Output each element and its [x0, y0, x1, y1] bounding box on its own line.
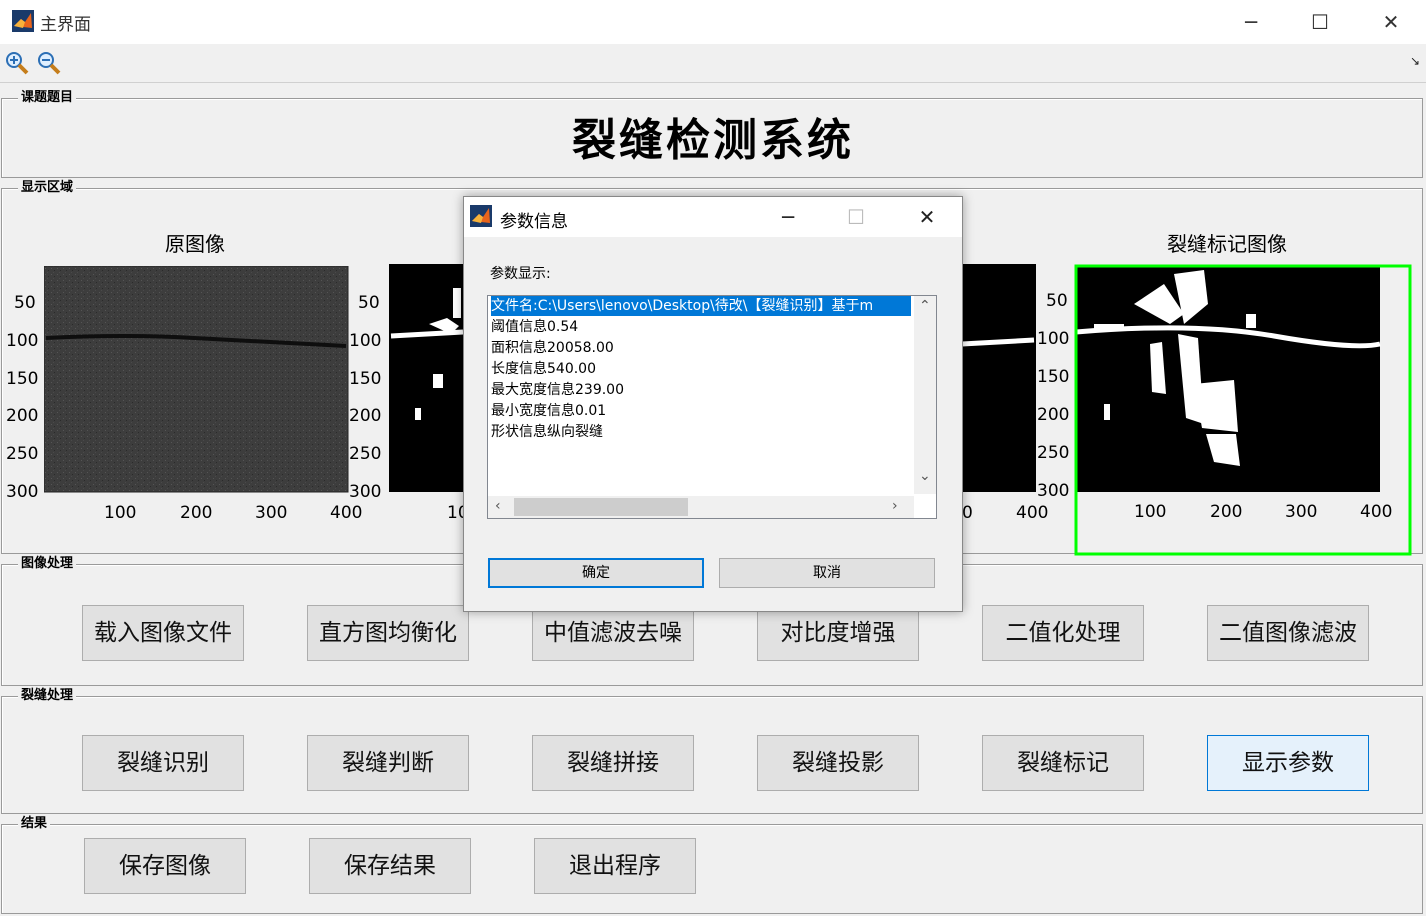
- dialog-titlebar: 参数信息 ─ ☐ ✕: [464, 197, 962, 237]
- y-tick: 250: [349, 444, 382, 464]
- y-tick: 300: [349, 482, 382, 502]
- y-tick: 300: [1037, 481, 1070, 501]
- crack-judge-button[interactable]: 裂缝判断: [307, 735, 469, 791]
- list-item[interactable]: 长度信息540.00: [491, 359, 596, 379]
- x-tick: 400: [1360, 502, 1393, 522]
- panel-label: 裂缝处理: [18, 688, 77, 704]
- minimize-icon[interactable]: ─: [1228, 6, 1274, 38]
- x-tick: 0: [962, 503, 973, 523]
- x-tick: 200: [180, 503, 213, 523]
- close-icon[interactable]: ✕: [907, 201, 947, 233]
- maximize-icon: ☐: [847, 205, 865, 229]
- params-dialog: 参数信息 ─ ☐ ✕ 参数显示: 文件名:C:\Users\lenovo\Des…: [463, 196, 963, 612]
- list-item[interactable]: 最大宽度信息239.00: [491, 380, 624, 400]
- crack-identify-button[interactable]: 裂缝识别: [82, 735, 244, 791]
- save-result-button[interactable]: 保存结果: [309, 838, 471, 894]
- window-titlebar: 主界面 ─ ☐ ✕: [0, 0, 1426, 44]
- scroll-left-icon[interactable]: ‹: [495, 498, 501, 514]
- contrast-enhance-button[interactable]: 对比度增强: [757, 605, 919, 661]
- minimize-icon[interactable]: ─: [768, 201, 808, 233]
- panel-label: 图像处理: [18, 556, 77, 572]
- zoom-out-icon[interactable]: [36, 50, 62, 76]
- y-tick: 250: [1037, 443, 1070, 463]
- y-tick: 100: [1037, 329, 1070, 349]
- params-label: 参数显示:: [490, 266, 551, 282]
- y-tick: 50: [1046, 291, 1068, 311]
- zoom-in-icon[interactable]: [4, 50, 30, 76]
- y-tick: 150: [1037, 367, 1070, 387]
- dialog-title: 参数信息: [500, 212, 568, 232]
- y-tick: 150: [349, 369, 382, 389]
- show-params-button[interactable]: 显示参数: [1207, 735, 1369, 791]
- x-tick: 400: [330, 503, 363, 523]
- x-tick: 400: [1016, 503, 1049, 523]
- crack-stitch-button[interactable]: 裂缝拼接: [532, 735, 694, 791]
- histogram-equalization-button[interactable]: 直方图均衡化: [307, 605, 469, 661]
- horizontal-scrollbar[interactable]: ‹ ›: [488, 496, 914, 518]
- cancel-button[interactable]: 取消: [719, 558, 935, 588]
- y-tick: 150: [6, 369, 39, 389]
- scroll-down-icon[interactable]: ⌄: [919, 468, 931, 484]
- y-tick: 100: [349, 331, 382, 351]
- plot-title-original: 原图像: [165, 232, 225, 256]
- binary-filter-button[interactable]: 二值图像滤波: [1207, 605, 1369, 661]
- list-item[interactable]: 文件名:C:\Users\lenovo\Desktop\待改\【裂缝识别】基于m: [491, 296, 911, 316]
- scroll-thumb[interactable]: [514, 498, 688, 516]
- x-tick: 100: [104, 503, 137, 523]
- ok-button[interactable]: 确定: [488, 558, 704, 588]
- list-item[interactable]: 形状信息纵向裂缝: [491, 422, 603, 442]
- median-filter-button[interactable]: 中值滤波去噪: [532, 605, 694, 661]
- x-tick: 200: [1210, 502, 1243, 522]
- maximize-icon[interactable]: ☐: [1297, 6, 1343, 38]
- binary-image-left: [389, 264, 465, 492]
- panel-label: 显示区域: [18, 180, 77, 196]
- y-tick: 50: [14, 293, 36, 313]
- scroll-right-icon[interactable]: ›: [892, 498, 898, 514]
- save-image-button[interactable]: 保存图像: [84, 838, 246, 894]
- y-tick: 250: [6, 444, 39, 464]
- exit-button[interactable]: 退出程序: [534, 838, 696, 894]
- y-tick: 200: [349, 406, 382, 426]
- vertical-scrollbar[interactable]: ⌃ ⌄: [914, 296, 936, 494]
- list-item[interactable]: 阈值信息0.54: [491, 317, 578, 337]
- plot-title-marked: 裂缝标记图像: [1167, 232, 1287, 256]
- y-tick: 200: [6, 406, 39, 426]
- load-image-button[interactable]: 载入图像文件: [82, 605, 244, 661]
- crack-projection-button[interactable]: 裂缝投影: [757, 735, 919, 791]
- y-tick: 300: [6, 482, 39, 502]
- y-tick: 200: [1037, 405, 1070, 425]
- list-item[interactable]: 面积信息20058.00: [491, 338, 614, 358]
- x-tick: 300: [1285, 502, 1318, 522]
- scroll-up-icon[interactable]: ⌃: [919, 298, 931, 314]
- y-tick: 50: [358, 293, 380, 313]
- close-icon[interactable]: ✕: [1368, 6, 1414, 38]
- binary-image-right: [960, 264, 1036, 492]
- y-tick: 100: [6, 331, 39, 351]
- figure-toolbar: ↘: [0, 44, 1426, 83]
- matlab-icon: [470, 205, 492, 227]
- list-item[interactable]: 最小宽度信息0.01: [491, 401, 606, 421]
- binarize-button[interactable]: 二值化处理: [982, 605, 1144, 661]
- toolbar-dock-icon[interactable]: ↘: [1410, 54, 1420, 68]
- x-tick: 100: [1134, 502, 1167, 522]
- page-title: 裂缝检测系统: [572, 115, 854, 166]
- params-listbox[interactable]: 文件名:C:\Users\lenovo\Desktop\待改\【裂缝识别】基于m…: [487, 295, 937, 519]
- x-tick: 300: [255, 503, 288, 523]
- panel-label: 结果: [18, 816, 51, 832]
- original-image: [44, 266, 349, 493]
- matlab-icon: [12, 10, 34, 32]
- window-title: 主界面: [40, 15, 91, 35]
- crack-mark-button[interactable]: 裂缝标记: [982, 735, 1144, 791]
